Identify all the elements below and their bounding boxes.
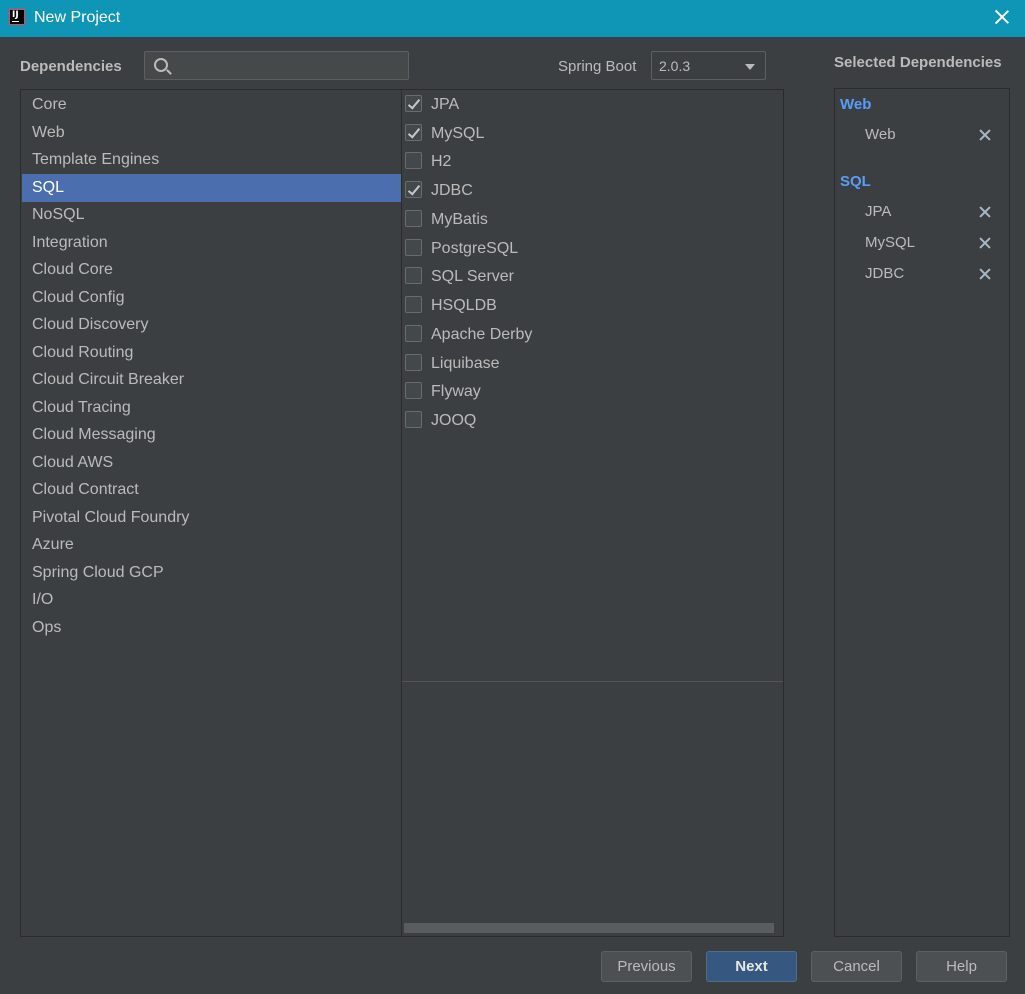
checkbox[interactable]	[405, 325, 422, 342]
category-item-ops[interactable]: Ops	[22, 614, 402, 642]
description-divider	[402, 681, 783, 682]
category-item-cloud-messaging[interactable]: Cloud Messaging	[22, 421, 402, 449]
dependencies-label: Dependencies	[20, 58, 122, 75]
dependency-label: Apache Derby	[431, 326, 533, 343]
category-item-spring-cloud-gcp[interactable]: Spring Cloud GCP	[22, 559, 402, 587]
selected-item: JPA	[865, 203, 892, 220]
dependency-label: Flyway	[431, 383, 481, 400]
category-item-cloud-discovery[interactable]: Cloud Discovery	[22, 311, 402, 339]
category-item-azure[interactable]: Azure	[22, 531, 402, 559]
checkbox[interactable]	[405, 210, 422, 227]
category-item-core[interactable]: Core	[22, 91, 402, 119]
selected-item: Web	[865, 126, 896, 143]
checkbox[interactable]	[405, 181, 422, 198]
category-item-cloud-routing[interactable]: Cloud Routing	[22, 339, 402, 367]
selected-dependencies-panel: Web Web SQL JPA MySQL JDBC	[834, 88, 1010, 937]
category-item-cloud-config[interactable]: Cloud Config	[22, 284, 402, 312]
category-item-web[interactable]: Web	[22, 119, 402, 147]
remove-icon[interactable]	[979, 129, 991, 141]
checkbox[interactable]	[405, 152, 422, 169]
selected-dependencies-title: Selected Dependencies	[834, 54, 1002, 71]
dependency-label: MyBatis	[431, 211, 488, 228]
intellij-icon: IJ	[9, 9, 25, 25]
dependency-label: MySQL	[431, 125, 485, 142]
category-item-cloud-contract[interactable]: Cloud Contract	[22, 476, 402, 504]
dependency-label: JDBC	[431, 182, 473, 199]
next-button[interactable]: Next	[706, 951, 797, 982]
window-title: New Project	[34, 9, 121, 26]
remove-icon[interactable]	[979, 206, 991, 218]
category-item-cloud-core[interactable]: Cloud Core	[22, 256, 402, 284]
horizontal-scrollbar[interactable]	[404, 923, 774, 933]
dependency-label: HSQLDB	[431, 297, 497, 314]
category-item-cloud-circuit-breaker[interactable]: Cloud Circuit Breaker	[22, 366, 402, 394]
previous-button[interactable]: Previous	[601, 951, 692, 982]
help-button[interactable]: Help	[916, 951, 1007, 982]
category-list: Core Web Template Engines SQL NoSQL Integrati…	[20, 89, 402, 937]
checkbox[interactable]	[405, 267, 422, 284]
title-bar: IJ New Project	[0, 0, 1025, 37]
dependency-label: JOOQ	[431, 412, 477, 429]
search-input[interactable]	[177, 55, 406, 78]
category-item-integration[interactable]: Integration	[22, 229, 402, 257]
selected-group-title: Web	[840, 96, 872, 113]
dependency-label: Liquibase	[431, 355, 500, 372]
cancel-button[interactable]: Cancel	[811, 951, 902, 982]
spring-boot-version-select[interactable]: 2.0.3	[651, 51, 766, 80]
remove-icon[interactable]	[979, 268, 991, 280]
category-item-cloud-tracing[interactable]: Cloud Tracing	[22, 394, 402, 422]
dependency-label: PostgreSQL	[431, 240, 519, 257]
checkbox[interactable]	[405, 354, 422, 371]
search-box[interactable]	[144, 51, 409, 80]
category-item-i-o[interactable]: I/O	[22, 586, 402, 614]
dependency-label: SQL Server	[431, 268, 514, 285]
chevron-down-icon	[745, 64, 755, 70]
checkbox[interactable]	[405, 382, 422, 399]
checkbox[interactable]	[405, 296, 422, 313]
selected-item: JDBC	[865, 265, 905, 282]
category-item-cloud-aws[interactable]: Cloud AWS	[22, 449, 402, 477]
checkbox[interactable]	[405, 95, 422, 112]
category-item-pivotal-cloud-foundry[interactable]: Pivotal Cloud Foundry	[22, 504, 402, 532]
spring-boot-version-value: 2.0.3	[659, 58, 691, 74]
selected-item: MySQL	[865, 234, 916, 251]
dependency-label: H2	[431, 153, 452, 170]
checkbox[interactable]	[405, 124, 422, 141]
checkbox[interactable]	[405, 411, 422, 428]
category-item-template-engines[interactable]: Template Engines	[22, 146, 402, 174]
dependency-list: JPA MySQL H2 JDBC MyBatis PostgreSQL SQL Serve…	[401, 89, 784, 937]
spring-boot-label: Spring Boot	[558, 58, 637, 75]
category-item-sql[interactable]: SQL	[22, 173, 402, 202]
remove-icon[interactable]	[979, 237, 991, 249]
dependency-label: JPA	[431, 96, 460, 113]
checkbox[interactable]	[405, 239, 422, 256]
selected-group-title: SQL	[840, 173, 871, 190]
close-icon[interactable]	[993, 8, 1011, 26]
category-item-nosql[interactable]: NoSQL	[22, 201, 402, 229]
search-icon	[154, 58, 168, 72]
